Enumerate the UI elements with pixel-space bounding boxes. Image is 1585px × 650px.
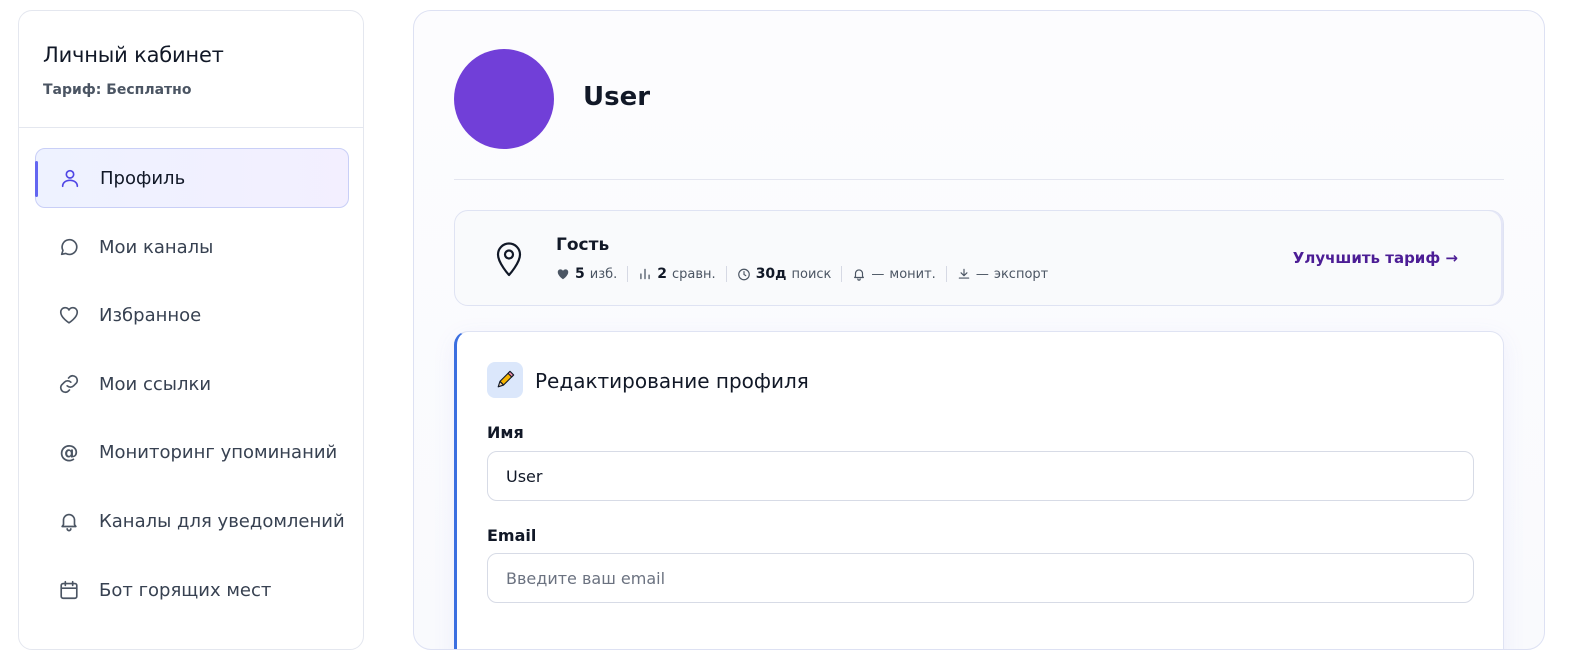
heart-icon [57,303,81,327]
sidebar-title: Личный кабинет [43,43,224,67]
plan-status-card: Гость 5 изб. 2 сравн. 30д поиск — монит.… [454,210,1504,306]
stat-label: монит. [889,266,936,282]
stat-value: — [871,266,885,282]
name-label: Имя [487,423,524,442]
sidebar-item-label: Избранное [99,304,202,326]
user-role: Гость [556,235,610,255]
download-icon [957,267,971,281]
email-field[interactable] [487,553,1474,603]
heart-filled-icon [556,267,570,281]
stat-separator [725,266,727,282]
chat-bubble-icon [57,235,81,259]
bell-icon [57,509,81,533]
link-icon [57,372,81,396]
stat-label: поиск [791,266,832,282]
divider [454,179,1504,180]
sidebar-item-mentions-monitoring[interactable]: @ Мониторинг упоминаний [35,422,349,482]
sidebar-item-favorites[interactable]: Избранное [35,285,349,345]
sidebar-item-label: Каналы для уведомлений [99,510,345,532]
stat-search: 30д поиск [737,266,832,282]
upgrade-plan-link[interactable]: Улучшить тариф → [1293,249,1458,267]
sidebar-item-label: Бот горящих мест [99,579,272,601]
sidebar-item-label: Мои ссылки [99,373,212,395]
user-icon [58,166,82,190]
stat-separator [627,266,629,282]
sidebar-item-notification-channels[interactable]: Каналы для уведомлений [35,491,349,551]
stat-monitoring: — монит. [852,266,936,282]
avatar [454,49,554,149]
sidebar: Личный кабинет Тариф: Бесплатно Профиль … [18,10,364,650]
stat-label: изб. [589,266,618,282]
sidebar-header: Личный кабинет Тариф: Бесплатно [19,11,363,128]
usage-stats: 5 изб. 2 сравн. 30д поиск — монит. — экс… [556,266,1048,282]
stat-value: 2 [657,266,668,282]
email-label: Email [487,526,537,545]
sidebar-item-label: Профиль [100,167,186,189]
stat-label: экспорт [993,266,1049,282]
sidebar-item-hot-seats-bot[interactable]: Бот горящих мест [35,560,349,620]
sidebar-item-label: Мои каналы [99,236,214,258]
bar-chart-icon [638,267,652,281]
calendar-icon [57,578,81,602]
name-field[interactable] [487,451,1474,501]
stat-compare: 2 сравн. [638,266,716,282]
stat-export: — экспорт [957,267,1048,282]
stat-value: 30д [755,266,787,282]
map-pin-icon [495,241,523,277]
profile-username: User [583,82,651,112]
edit-profile-card: Редактирование профиля Имя Email [454,331,1504,649]
at-sign-icon: @ [59,441,79,463]
bell-icon [852,267,866,281]
sidebar-item-label: Мониторинг упоминаний [99,441,338,463]
sidebar-item-my-links[interactable]: Мои ссылки [35,354,349,414]
sidebar-item-profile[interactable]: Профиль [35,148,349,208]
pencil-icon [487,362,523,398]
sidebar-item-my-channels[interactable]: Мои каналы [35,217,349,277]
stat-label: сравн. [672,266,716,282]
plan-label: Тариф: Бесплатно [43,82,192,98]
stat-value: 5 [575,266,585,282]
stat-favorites: 5 изб. [556,266,617,282]
stat-separator [841,266,843,282]
clock-icon [737,267,751,281]
main-panel: User Гость 5 изб. 2 сравн. 30д поиск — м… [413,10,1545,650]
stat-separator [945,266,947,282]
edit-profile-title: Редактирование профиля [535,369,809,393]
stat-value: — [975,266,989,282]
